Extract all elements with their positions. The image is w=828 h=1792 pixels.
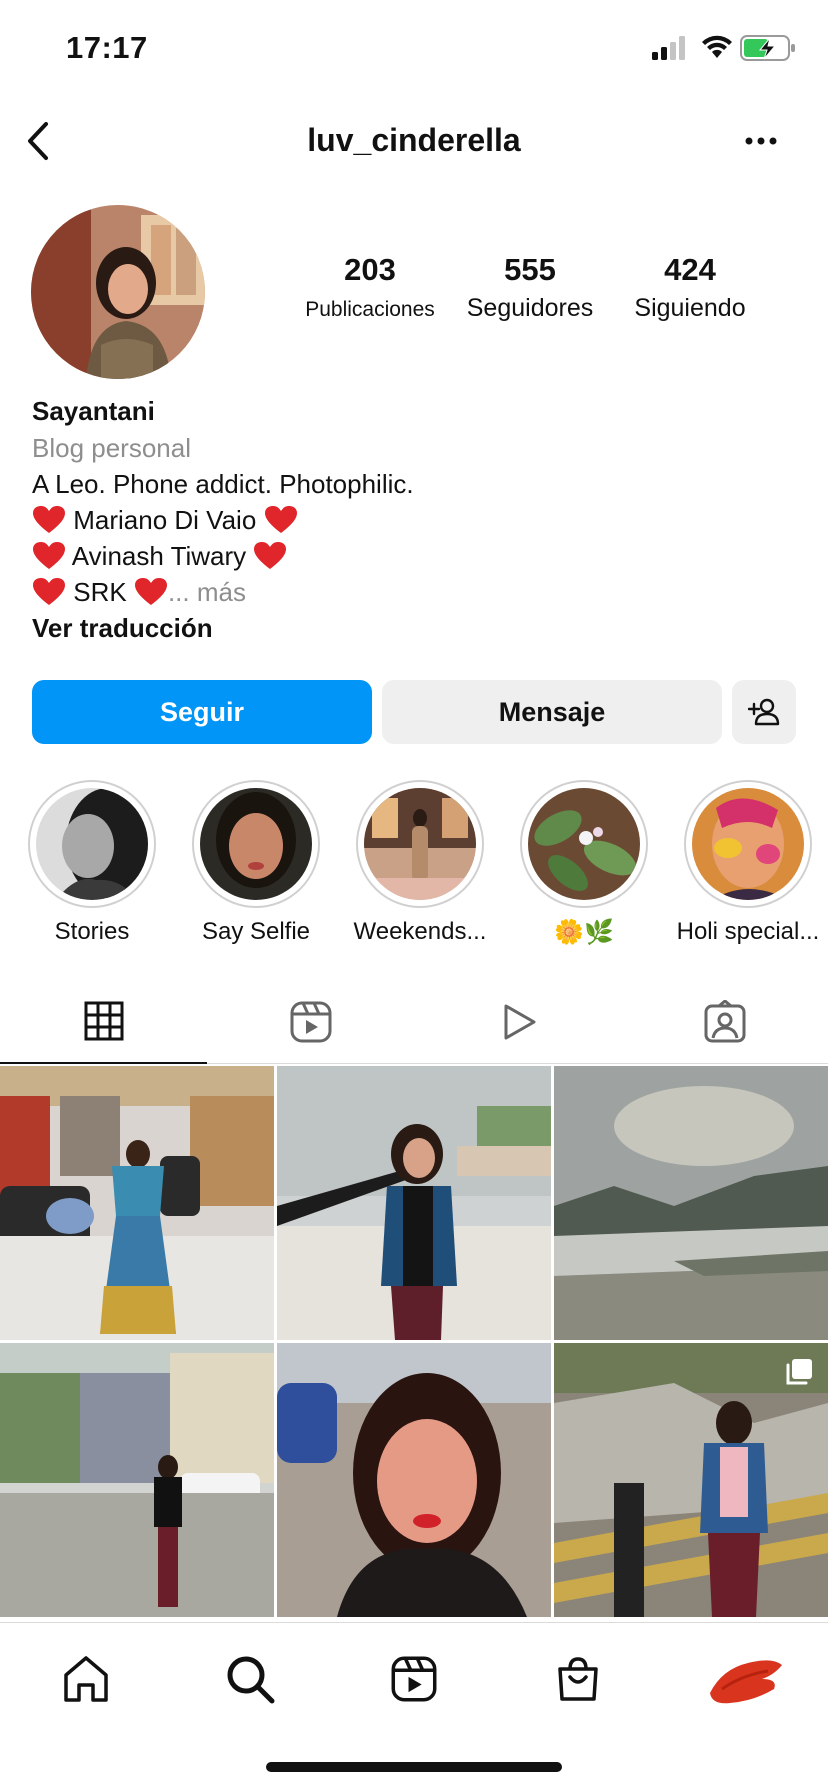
profile-category: Blog personal: [32, 433, 191, 463]
profile-stats: 203 Publicaciones 555 Seguidores 424 Sig…: [290, 252, 770, 332]
bio-line: A Leo. Phone addict. Photophilic.: [32, 469, 414, 499]
followers-count: 555: [504, 252, 556, 287]
status-bar: 17:17: [0, 0, 828, 100]
tab-profile[interactable]: [700, 1649, 790, 1709]
profile-avatar-icon: [710, 1660, 782, 1704]
status-time: 17:17: [66, 30, 148, 65]
highlight-ring: [356, 780, 484, 908]
posts-stat[interactable]: 203 Publicaciones: [290, 252, 450, 322]
top-nav: luv_cinderella: [0, 100, 828, 182]
highlight-item[interactable]: Stories: [10, 780, 174, 946]
cellular-signal-icon: [652, 36, 685, 60]
posts-grid: [0, 1066, 828, 1618]
post-thumbnail[interactable]: [277, 1066, 551, 1340]
bio-text: Mariano Di Vaio: [73, 505, 257, 535]
display-name: Sayantani: [32, 396, 155, 426]
more-options-icon[interactable]: [744, 130, 778, 152]
bio-line: Avinash Tiwary: [32, 538, 792, 574]
post-thumbnail[interactable]: [0, 1066, 274, 1340]
highlight-item[interactable]: Weekends...: [338, 780, 502, 946]
followers-stat[interactable]: 555 Seguidores: [455, 252, 605, 323]
highlight-item[interactable]: Say Selfie: [174, 780, 338, 946]
home-icon: [64, 1656, 108, 1702]
highlight-label: Stories: [54, 918, 130, 945]
tab-search[interactable]: [220, 1649, 280, 1709]
bio-line: Mariano Di Vaio: [32, 502, 792, 538]
highlight-ring: [192, 780, 320, 908]
multiple-photos-icon: [786, 1359, 812, 1385]
post-thumbnail[interactable]: [554, 1066, 828, 1340]
post-thumbnail[interactable]: [554, 1343, 828, 1617]
story-highlights: Stories Say Selfie Weekends... 🌼🌿 Holi s…: [0, 780, 828, 950]
highlight-cover: [692, 788, 804, 900]
suggested-users-button[interactable]: [732, 680, 796, 744]
posts-count: 203: [344, 252, 396, 287]
tab-videos[interactable]: [414, 980, 621, 1064]
following-label: Siguiendo: [634, 294, 746, 322]
home-indicator: [266, 1762, 562, 1772]
highlight-ring: [28, 780, 156, 908]
see-translation-link[interactable]: Ver traducción: [32, 610, 792, 646]
profile-avatar[interactable]: [31, 205, 205, 379]
highlight-item[interactable]: Holi special...: [666, 780, 828, 946]
highlight-label: Say Selfie: [201, 918, 311, 945]
highlight-cover: [364, 788, 476, 900]
post-thumbnail[interactable]: [277, 1343, 551, 1617]
highlight-ring: [684, 780, 812, 908]
heart-icon: [254, 542, 287, 569]
grid-icon: [84, 1001, 123, 1041]
bio-text: Avinash Tiwary: [71, 541, 247, 571]
search-icon: [227, 1656, 275, 1704]
play-icon: [504, 1004, 535, 1040]
following-count: 424: [664, 252, 716, 287]
bio-more-link[interactable]: ... más: [168, 577, 246, 607]
highlight-cover: [36, 788, 148, 900]
heart-icon: [33, 578, 65, 605]
shopping-bag-icon: [558, 1657, 598, 1701]
heart-icon: [264, 506, 297, 533]
highlight-label: Weekends...: [353, 918, 487, 945]
tab-posts-grid[interactable]: [0, 980, 207, 1064]
tab-reels[interactable]: [207, 980, 414, 1064]
tab-tagged[interactable]: [621, 980, 828, 1064]
highlight-label: Holi special...: [676, 918, 820, 945]
highlight-cover: [528, 788, 640, 900]
bottom-tab-bar: [0, 1622, 828, 1792]
battery-icon: [740, 35, 795, 61]
wifi-icon: [702, 35, 732, 58]
highlight-label: 🌼🌿: [554, 919, 614, 946]
highlight-item[interactable]: 🌼🌿: [502, 780, 666, 947]
following-stat[interactable]: 424 Siguiendo: [615, 252, 765, 323]
tab-shop[interactable]: [548, 1649, 608, 1709]
heart-icon: [134, 578, 167, 605]
profile-tabs: [0, 980, 828, 1064]
heart-icon: [33, 542, 65, 569]
post-thumbnail[interactable]: [0, 1343, 274, 1617]
reels-icon: [290, 1001, 331, 1043]
followers-label: Seguidores: [466, 294, 594, 322]
profile-username: luv_cinderella: [307, 122, 521, 158]
bio-line: SRK ... más: [32, 574, 792, 610]
bio-text: SRK: [73, 577, 127, 607]
heart-icon: [33, 506, 65, 533]
tab-home[interactable]: [56, 1649, 116, 1709]
highlight-ring: [520, 780, 648, 908]
message-button[interactable]: Mensaje: [382, 680, 722, 744]
follow-button[interactable]: Seguir: [32, 680, 372, 744]
highlight-cover: [200, 788, 312, 900]
reels-icon: [391, 1656, 437, 1702]
posts-label: Publicaciones: [305, 298, 435, 321]
tagged-icon: [704, 1000, 745, 1043]
tab-reels-nav[interactable]: [384, 1649, 444, 1709]
add-user-icon: [748, 698, 780, 726]
profile-bio: Sayantani Blog personal A Leo. Phone add…: [32, 392, 792, 646]
